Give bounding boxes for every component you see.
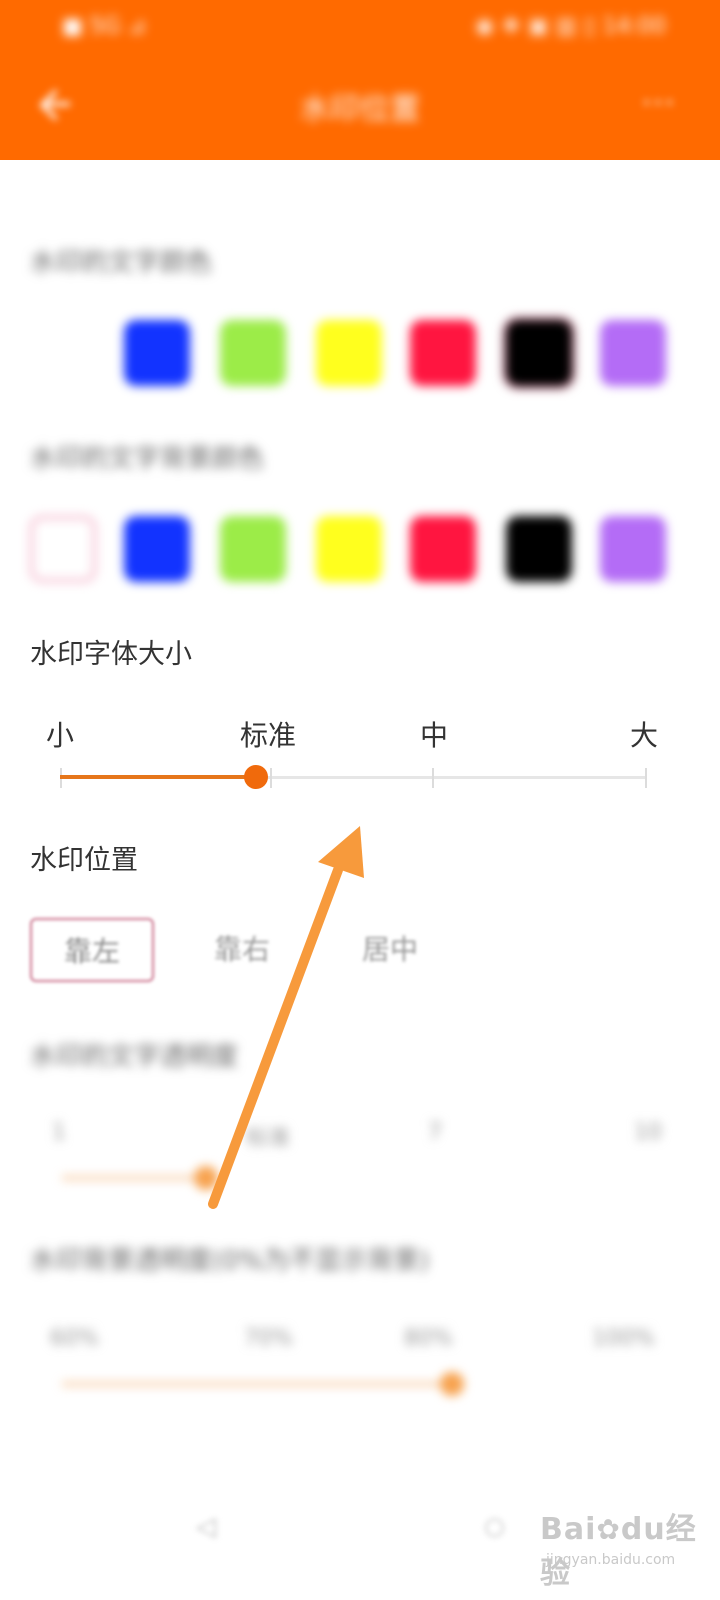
text-color-swatch-yellow[interactable] [316, 320, 382, 386]
bg-color-swatch-purple[interactable] [600, 516, 666, 582]
bg-opacity-tick: 80% [404, 1326, 453, 1351]
nav-back-icon[interactable]: ◁ [196, 1512, 216, 1542]
bg-color-swatch-white[interactable] [30, 516, 96, 582]
font-size-title: 水印字体大小 [30, 639, 192, 670]
watermark-brand: Bai✿du经验 [540, 1504, 710, 1592]
bg-color-swatch-blue[interactable] [124, 516, 190, 582]
text-color-label: 水印的文字颜色 [30, 248, 213, 278]
bg-opacity-slider-thumb[interactable] [440, 1372, 464, 1396]
opacity-slider-thumb[interactable] [194, 1166, 218, 1190]
status-right: ◉ ❖ ▣ ▥ ▯ 14:00 [475, 14, 666, 39]
text-color-swatch-blue[interactable] [124, 320, 190, 386]
text-color-swatch-green[interactable] [220, 320, 286, 386]
text-color-swatch-purple[interactable] [600, 320, 666, 386]
text-color-swatch-black[interactable] [503, 317, 575, 389]
annotation-arrow [208, 826, 364, 1209]
bg-color-swatch-black[interactable] [506, 516, 572, 582]
watermark-url: jingyan.baidu.com [546, 1552, 676, 1568]
bg-color-swatch-yellow[interactable] [316, 516, 382, 582]
font-size-tick-large: 大 [630, 719, 659, 752]
bg-color-swatch-red[interactable] [410, 516, 476, 582]
font-size-slider-fill [60, 775, 256, 779]
bg-color-label: 水印的文字背景颜色 [30, 444, 265, 474]
baidu-watermark: Bai✿du经验 jingyan.baidu.com [540, 1494, 710, 1591]
opacity-tick: 7 [428, 1120, 442, 1145]
status-bar: ■ 5G ⊿ ◉ ❖ ▣ ▥ ▯ 14:00 [0, 8, 720, 48]
bg-opacity-slider-track[interactable] [62, 1382, 452, 1386]
page-title: 水印位置 [300, 92, 420, 127]
bg-opacity-tick: 100% [592, 1326, 655, 1351]
watermark-brand-a: Bai [540, 1512, 597, 1547]
opacity-tick: 10 [634, 1120, 662, 1145]
opacity-tick: 1 [52, 1120, 66, 1145]
position-left-button[interactable]: 靠左 [30, 918, 154, 982]
opacity-label: 水印的文字透明度 [30, 1042, 239, 1072]
nav-home-icon[interactable]: ○ [484, 1512, 505, 1540]
opacity-slider-track[interactable] [62, 1176, 208, 1180]
app-header: ■ 5G ⊿ ◉ ❖ ▣ ▥ ▯ 14:00 水印位置 ⋯ [0, 0, 720, 160]
more-icon[interactable]: ⋯ [636, 82, 680, 126]
position-center-button[interactable]: 居中 [328, 918, 452, 982]
watermark-brand-b: du [620, 1512, 666, 1547]
bg-opacity-label: 水印背景透明度(0%为不显示背景) [30, 1246, 430, 1276]
font-size-tick-medium: 中 [420, 719, 449, 752]
font-size-tick-small: 小 [46, 719, 75, 752]
status-left: ■ 5G ⊿ [62, 14, 147, 39]
font-size-slider-thumb[interactable] [244, 765, 268, 789]
text-color-swatch-red[interactable] [410, 320, 476, 386]
position-title: 水印位置 [30, 845, 138, 876]
slider-tick [270, 768, 272, 788]
paw-icon: ✿ [596, 1513, 621, 1546]
bg-opacity-tick: 60% [50, 1326, 99, 1351]
slider-tick [645, 768, 647, 788]
bg-opacity-tick: 70% [244, 1326, 293, 1351]
position-right-button[interactable]: 靠右 [180, 918, 304, 982]
opacity-tick: 标准 [246, 1126, 291, 1151]
font-size-tick-standard: 标准 [240, 719, 297, 752]
slider-tick [432, 768, 434, 788]
arrow-head [318, 826, 364, 878]
bg-color-swatch-green[interactable] [220, 516, 286, 582]
